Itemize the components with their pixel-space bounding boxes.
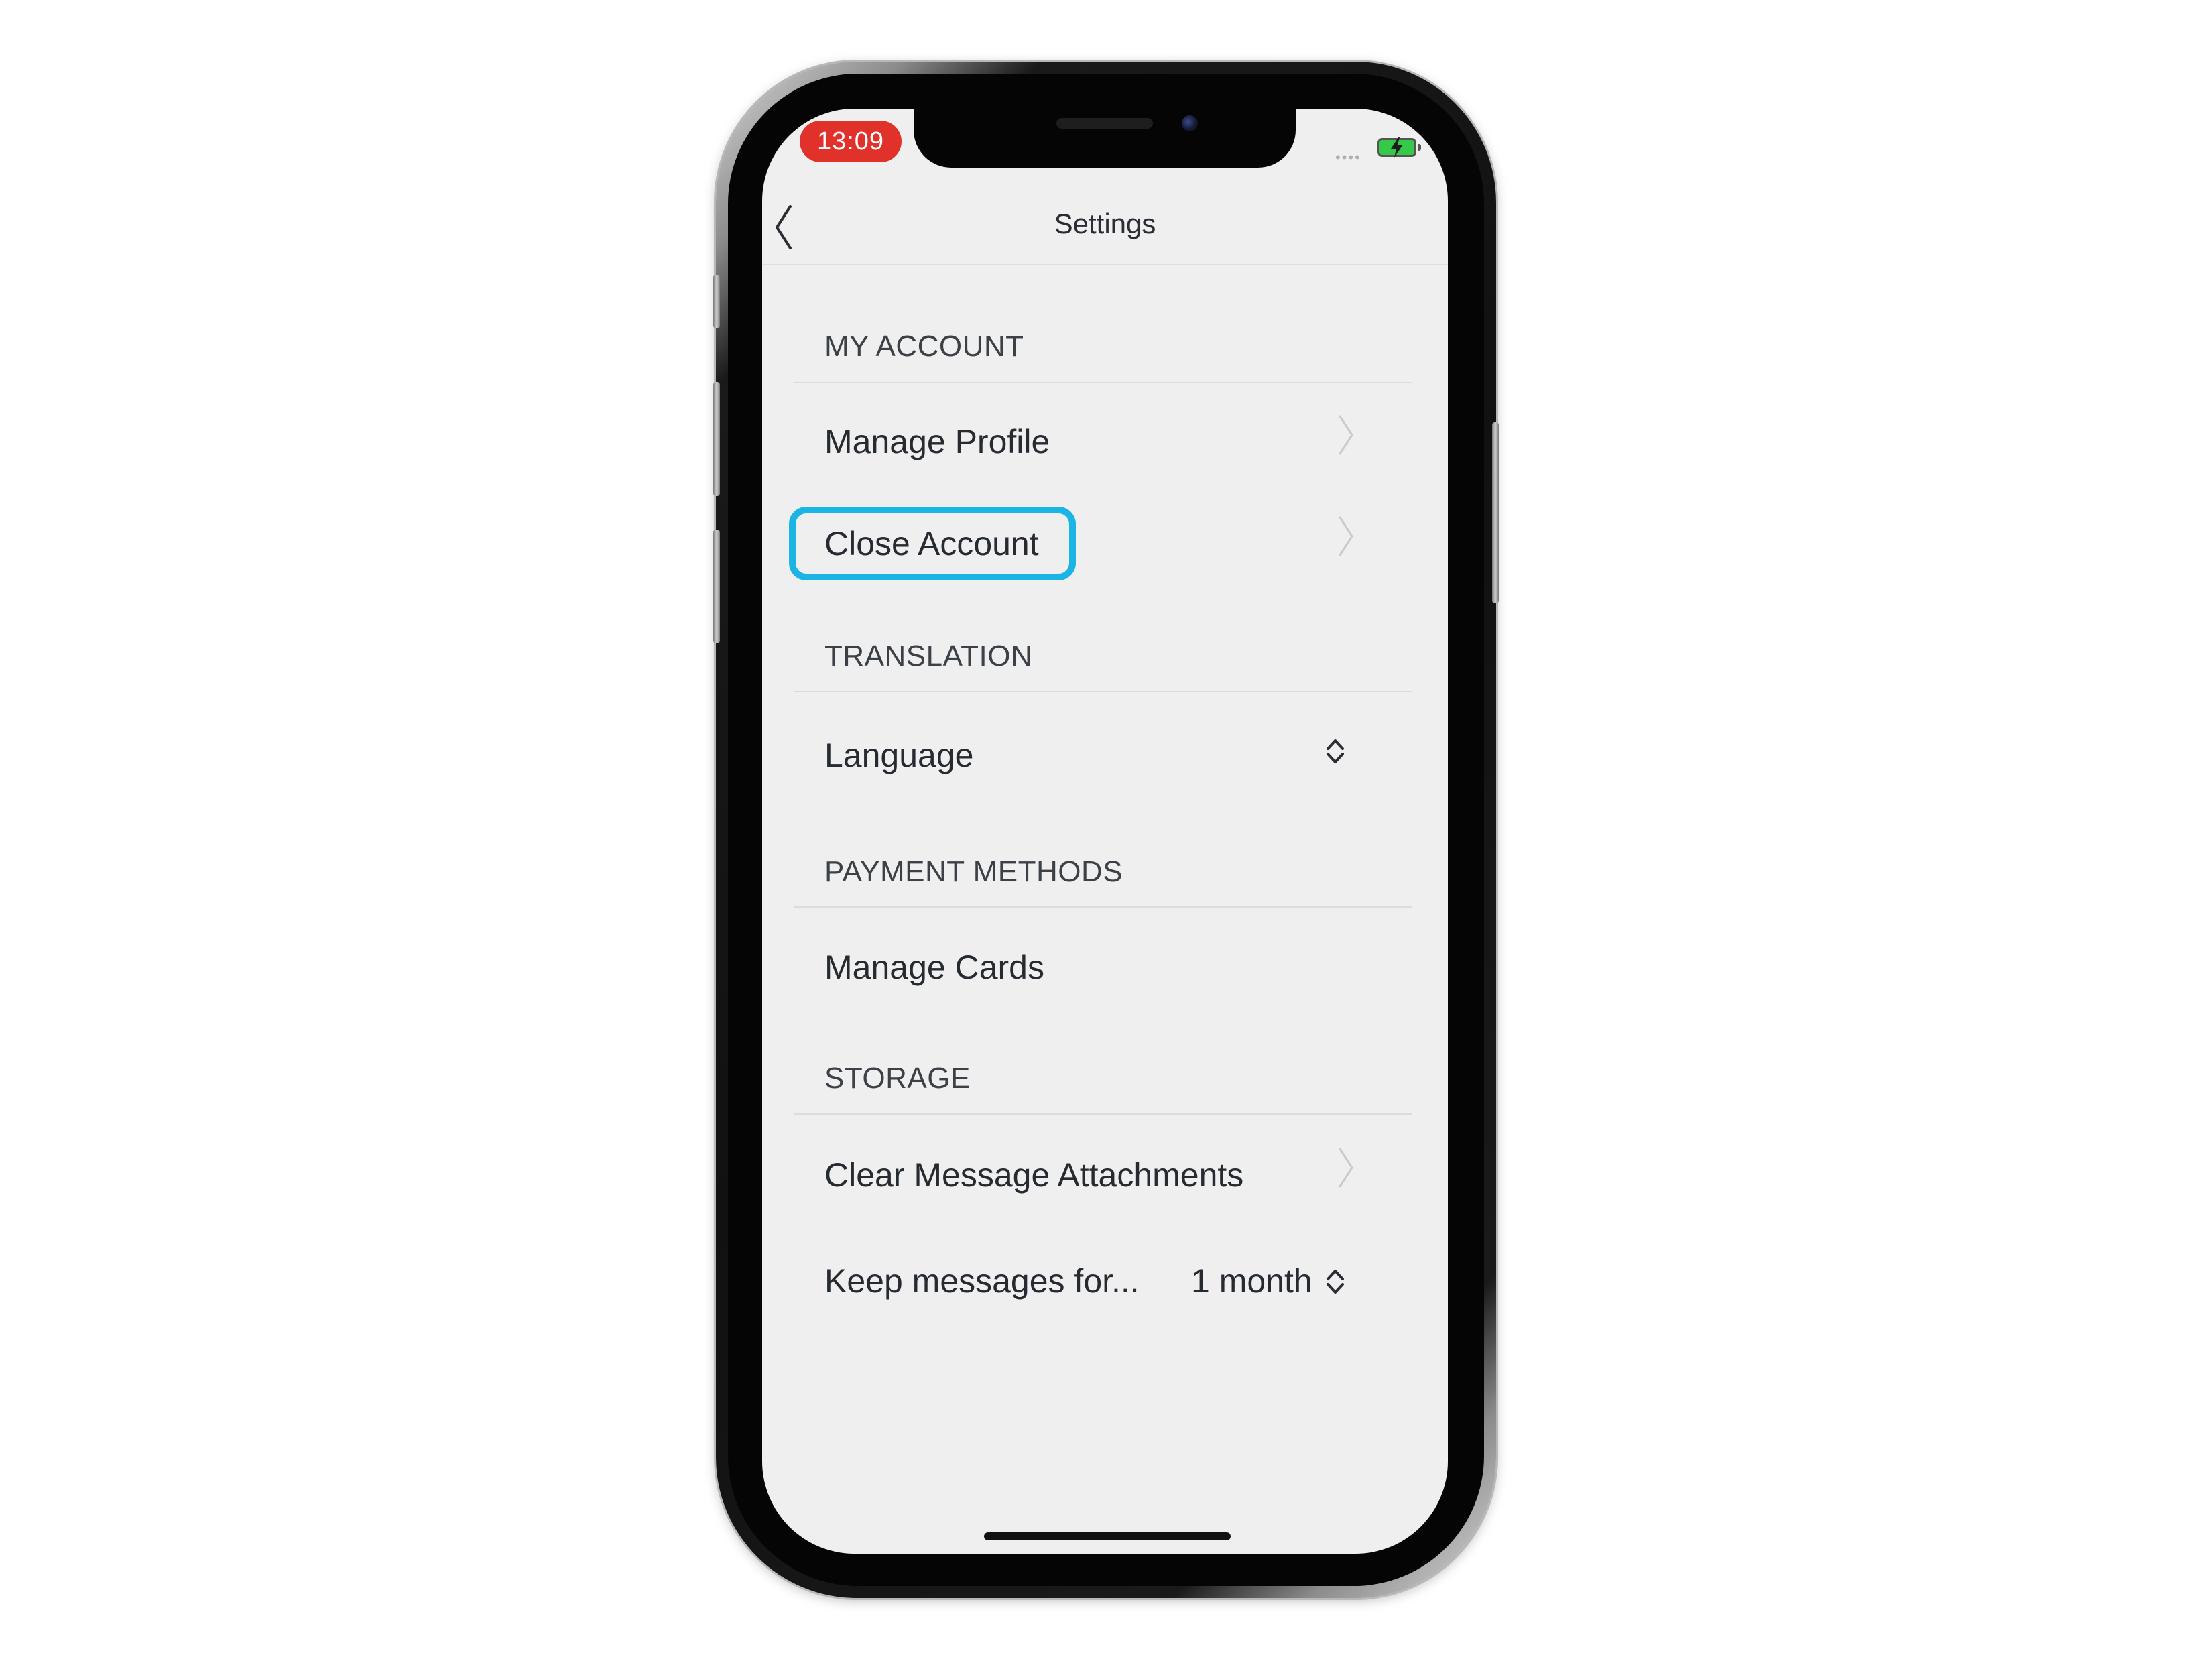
manage-cards-row[interactable]: Manage Cards: [824, 948, 1044, 987]
section-divider: [794, 382, 1412, 383]
up-down-chevron-icon[interactable]: [1325, 737, 1345, 766]
power-button: [1492, 422, 1499, 603]
chevron-right-icon: [1339, 1148, 1353, 1188]
section-divider: [794, 691, 1412, 692]
page-title: Settings: [1054, 208, 1156, 239]
chevron-right-icon: [1339, 516, 1353, 556]
keep-messages-row[interactable]: Keep messages for...: [824, 1262, 1140, 1300]
manage-profile-row[interactable]: Manage Profile: [824, 422, 1050, 461]
screen: 13:09 •••• Settings MY ACCOUNT Manage Pr…: [762, 109, 1448, 1554]
home-indicator[interactable]: [984, 1532, 1231, 1540]
volume-down-button: [713, 530, 720, 643]
battery-tip: [1418, 144, 1421, 151]
notch: [914, 109, 1296, 168]
stage: 13:09 •••• Settings MY ACCOUNT Manage Pr…: [0, 0, 2212, 1659]
front-camera: [1182, 115, 1198, 131]
language-row[interactable]: Language: [824, 736, 973, 775]
section-divider: [794, 906, 1412, 908]
section-header-translation: TRANSLATION: [824, 639, 1033, 672]
signal-icon: ••••: [1335, 149, 1361, 166]
earpiece-speaker: [1056, 118, 1153, 129]
clear-message-attachments-row[interactable]: Clear Message Attachments: [824, 1156, 1243, 1194]
section-header-my-account: MY ACCOUNT: [824, 330, 1024, 363]
charging-bolt-icon: [1391, 137, 1403, 158]
section-header-storage: STORAGE: [824, 1062, 971, 1095]
close-account-row[interactable]: Close Account: [824, 524, 1039, 563]
status-time: 13:09: [800, 121, 902, 162]
volume-up-button: [713, 382, 720, 496]
keep-messages-value[interactable]: 1 month: [1191, 1262, 1312, 1300]
up-down-chevron-icon[interactable]: [1325, 1267, 1345, 1296]
mute-switch: [713, 275, 720, 328]
section-divider: [794, 1113, 1412, 1115]
chevron-right-icon: [1339, 415, 1353, 455]
section-header-payment-methods: PAYMENT METHODS: [824, 855, 1123, 888]
navigation-bar: Settings: [762, 182, 1448, 265]
